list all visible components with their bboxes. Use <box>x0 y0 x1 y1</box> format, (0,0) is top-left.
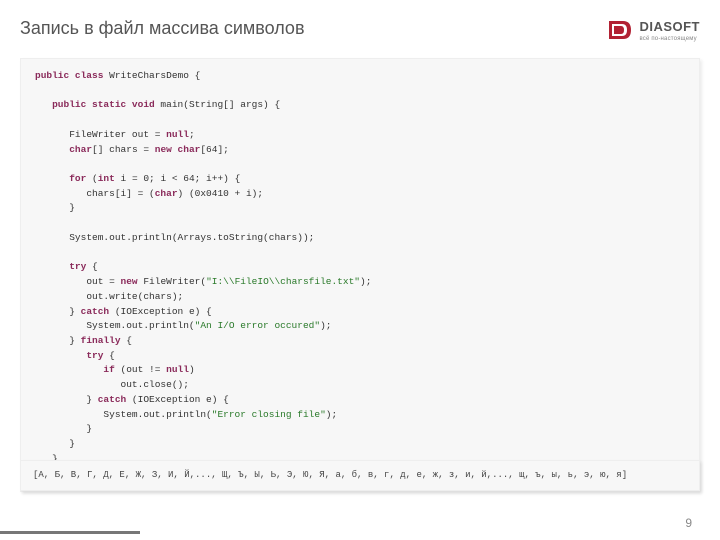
code-line: } catch (IOException e) { <box>35 393 685 408</box>
code-line <box>35 246 685 261</box>
page-number: 9 <box>685 516 692 530</box>
brand-name: DIASOFT <box>639 19 700 34</box>
code-block: public class WriteCharsDemo { public sta… <box>20 58 700 492</box>
code-line: out = new FileWriter("I:\\FileIO\\charsf… <box>35 275 685 290</box>
code-line <box>35 216 685 231</box>
code-line: System.out.println(Arrays.toString(chars… <box>35 231 685 246</box>
code-line: } <box>35 437 685 452</box>
code-line: } finally { <box>35 334 685 349</box>
code-line: char[] chars = new char[64]; <box>35 143 685 158</box>
brand-tagline: всё по-настоящему <box>639 36 700 42</box>
code-line: try { <box>35 260 685 275</box>
code-line: chars[i] = (char) (0x0410 + i); <box>35 187 685 202</box>
footer-accent-bar <box>0 531 140 534</box>
code-line: public class WriteCharsDemo { <box>35 69 685 84</box>
code-line: } <box>35 422 685 437</box>
slide-title: Запись в файл массива символов <box>20 18 305 39</box>
code-line <box>35 113 685 128</box>
code-line: if (out != null) <box>35 363 685 378</box>
brand-logo: DIASOFT всё по-настоящему <box>607 18 700 42</box>
output-block: [А, Б, В, Г, Д, Е, Ж, З, И, Й,..., Щ, Ъ,… <box>20 460 700 491</box>
code-line: for (int i = 0; i < 64; i++) { <box>35 172 685 187</box>
code-line <box>35 157 685 172</box>
slide-header: Запись в файл массива символов DIASOFT в… <box>20 18 700 42</box>
code-line: } <box>35 201 685 216</box>
code-line: try { <box>35 349 685 364</box>
code-line: out.close(); <box>35 378 685 393</box>
output-text: [А, Б, В, Г, Д, Е, Ж, З, И, Й,..., Щ, Ъ,… <box>33 470 627 480</box>
code-line: } catch (IOException e) { <box>35 305 685 320</box>
logo-icon <box>607 19 633 41</box>
logo-text-wrap: DIASOFT всё по-настоящему <box>639 18 700 42</box>
code-line: System.out.println("Error closing file")… <box>35 408 685 423</box>
code-line: FileWriter out = null; <box>35 128 685 143</box>
code-line: out.write(chars); <box>35 290 685 305</box>
code-line: System.out.println("An I/O error occured… <box>35 319 685 334</box>
code-line: public static void main(String[] args) { <box>35 98 685 113</box>
code-line <box>35 84 685 99</box>
